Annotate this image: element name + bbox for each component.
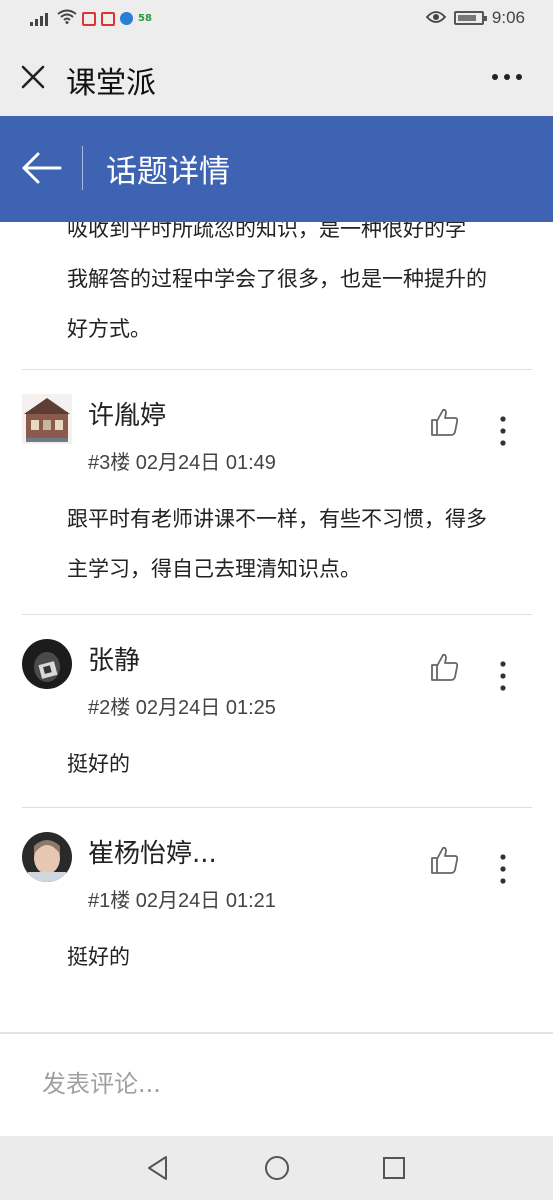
comment-author: 许胤婷: [88, 401, 167, 431]
comment-meta: #1楼 02月24日 01:21: [88, 890, 276, 912]
comment-line: 跟平时有老师讲课不一样，有些不习惯，得多: [67, 507, 487, 531]
nav-bar: 话题详情: [0, 116, 553, 222]
comment-meta: #3楼 02月24日 01:49: [88, 452, 276, 474]
status-icons-left: 58: [30, 9, 152, 28]
nav-separator: [82, 146, 83, 190]
app-58-badge: 58: [138, 13, 152, 24]
comment-line: 挺好的: [67, 945, 130, 969]
comment-text: 挺好的: [67, 739, 553, 789]
thumbs-up-icon[interactable]: [428, 406, 460, 438]
topic-content-inner: 吸收到平时所疏忽的知识，是一种很好的学 我解答的过程中学会了很多，也是一种提升的…: [0, 222, 553, 1000]
globe-icon: [120, 12, 133, 25]
comment-input[interactable]: [42, 1064, 522, 1104]
app-bar: 课堂派: [0, 40, 553, 116]
status-bar: 58 9:06: [0, 0, 553, 40]
back-triangle-icon[interactable]: [142, 1152, 174, 1184]
thumbs-up-icon[interactable]: [428, 844, 460, 876]
app-title: 课堂派: [66, 66, 156, 101]
more-horizontal-icon[interactable]: [489, 62, 525, 92]
comment-meta: #2楼 02月24日 01:25: [88, 697, 276, 719]
more-vertical-icon[interactable]: [493, 414, 513, 448]
home-circle-icon[interactable]: [261, 1152, 293, 1184]
eye-icon: [425, 9, 447, 28]
avatar[interactable]: [22, 639, 72, 689]
thumbs-up-icon[interactable]: [428, 651, 460, 683]
comment-item: 许胤婷 #3楼 02月24日 01:49 跟平时有老师讲课不一样，有些不习惯，得…: [0, 370, 553, 581]
comment-line: 挺好的: [67, 752, 130, 776]
comment-bar: [0, 1032, 553, 1136]
top-reply-text: 吸收到平时所疏忽的知识，是一种很好的学 我解答的过程中学会了很多，也是一种提升的…: [0, 222, 553, 354]
close-icon[interactable]: [18, 62, 48, 92]
arrow-left-icon[interactable]: [20, 148, 64, 188]
signal-icon: [30, 12, 52, 26]
status-time: 9:06: [491, 8, 525, 27]
recents-square-icon[interactable]: [378, 1152, 410, 1184]
wifi-icon: [57, 9, 77, 28]
comment-item: 张静 #2楼 02月24日 01:25 挺好的: [0, 615, 553, 807]
avatar[interactable]: [22, 394, 72, 444]
reply-line: 我解答的过程中学会了很多，也是一种提升的: [67, 267, 487, 291]
comment-text: 跟平时有老师讲课不一样，有些不习惯，得多 主学习，得自己去理清知识点。: [67, 494, 553, 594]
comment-line: 主学习，得自己去理清知识点。: [67, 557, 361, 581]
status-icons-right: 9:06: [425, 8, 525, 28]
notification-icon: [82, 11, 96, 26]
system-nav-bar: [0, 1136, 553, 1200]
avatar[interactable]: [22, 832, 72, 882]
comment-item: 崔杨怡婷... #1楼 02月24日 01:21 挺好的: [0, 808, 553, 1000]
calendar-icon: [101, 11, 115, 26]
reply-line: 吸收到平时所疏忽的知识，是一种很好的学: [67, 222, 466, 241]
comment-text: 挺好的: [67, 932, 553, 982]
page-title: 话题详情: [106, 154, 230, 190]
comment-author: 崔杨怡婷...: [88, 839, 217, 869]
reply-line: 好方式。: [67, 317, 151, 341]
more-vertical-icon[interactable]: [493, 659, 513, 693]
more-vertical-icon[interactable]: [493, 852, 513, 886]
battery-icon: [453, 11, 487, 25]
topic-content[interactable]: 吸收到平时所疏忽的知识，是一种很好的学 我解答的过程中学会了很多，也是一种提升的…: [0, 222, 553, 1032]
comment-author: 张静: [88, 646, 141, 676]
